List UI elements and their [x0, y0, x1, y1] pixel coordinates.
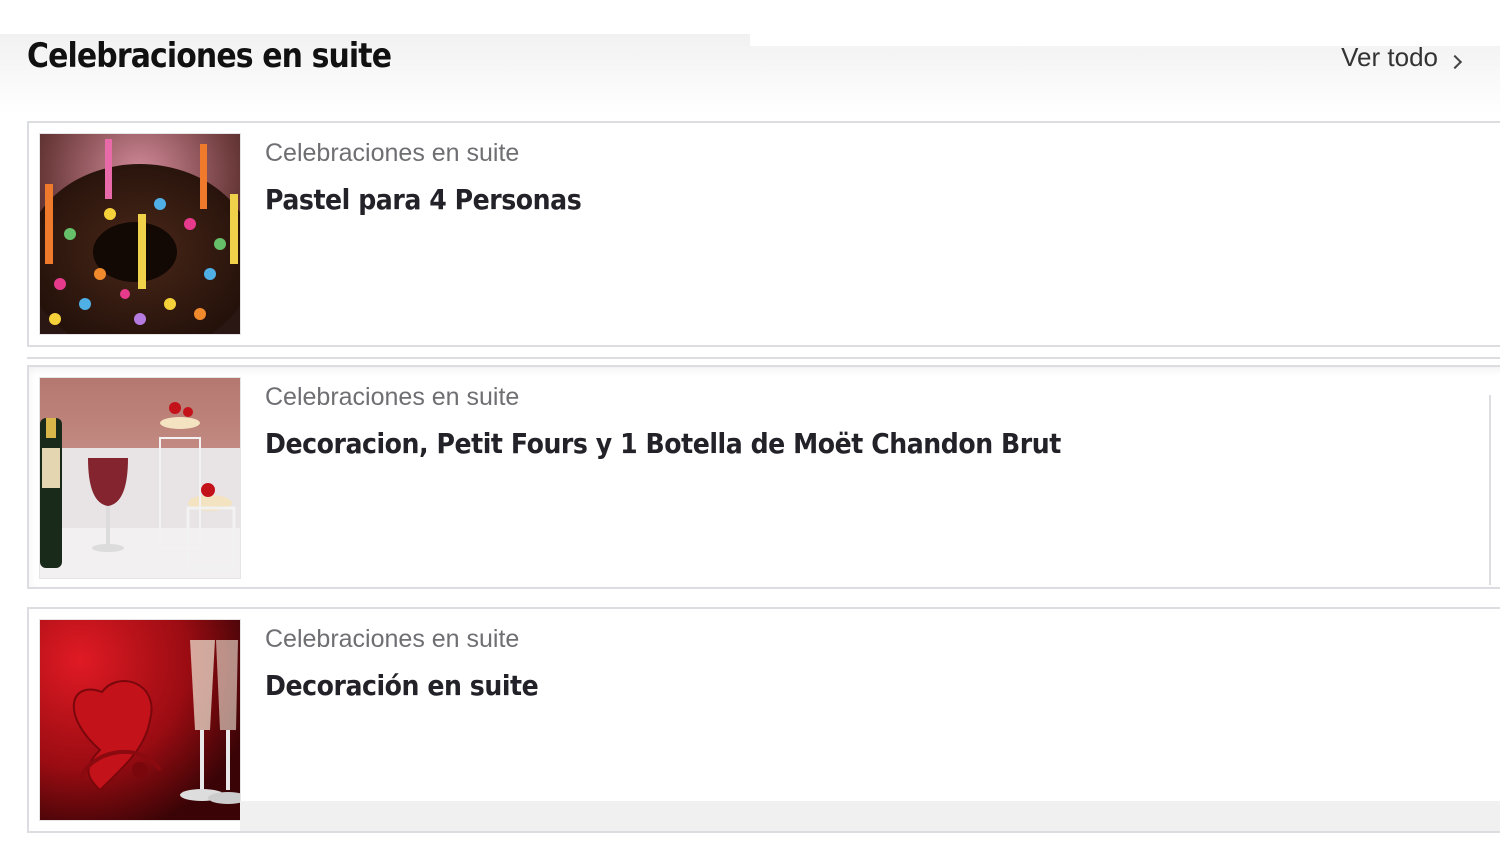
item-title: Decoración en suite: [265, 669, 539, 702]
section-title: Celebraciones en suite: [27, 36, 392, 76]
item-image-cake: [39, 133, 241, 335]
chevron-right-icon: [1447, 54, 1463, 69]
celebrations-list: Celebraciones en suite Pastel para 4 Per…: [27, 121, 1500, 851]
list-item[interactable]: Celebraciones en suite Decoración en sui…: [27, 607, 1500, 833]
list-item[interactable]: Celebraciones en suite Decoracion, Petit…: [27, 357, 1500, 589]
item-title: Pastel para 4 Personas: [265, 183, 582, 216]
item-title: Decoracion, Petit Fours y 1 Botella de M…: [265, 427, 1061, 460]
item-category: Celebraciones en suite: [265, 139, 520, 167]
item-category: Celebraciones en suite: [265, 383, 520, 411]
item-image-heart-box: [39, 619, 241, 821]
list-item[interactable]: Celebraciones en suite Pastel para 4 Per…: [27, 121, 1500, 347]
item-image-champagne: [39, 377, 241, 579]
page: Celebraciones en suite Ver todo Celebrac…: [0, 0, 1500, 868]
see-all-link[interactable]: Ver todo: [1341, 42, 1463, 73]
item-category: Celebraciones en suite: [265, 625, 520, 653]
bottom-band: [240, 801, 1500, 831]
see-all-label: Ver todo: [1341, 42, 1438, 72]
